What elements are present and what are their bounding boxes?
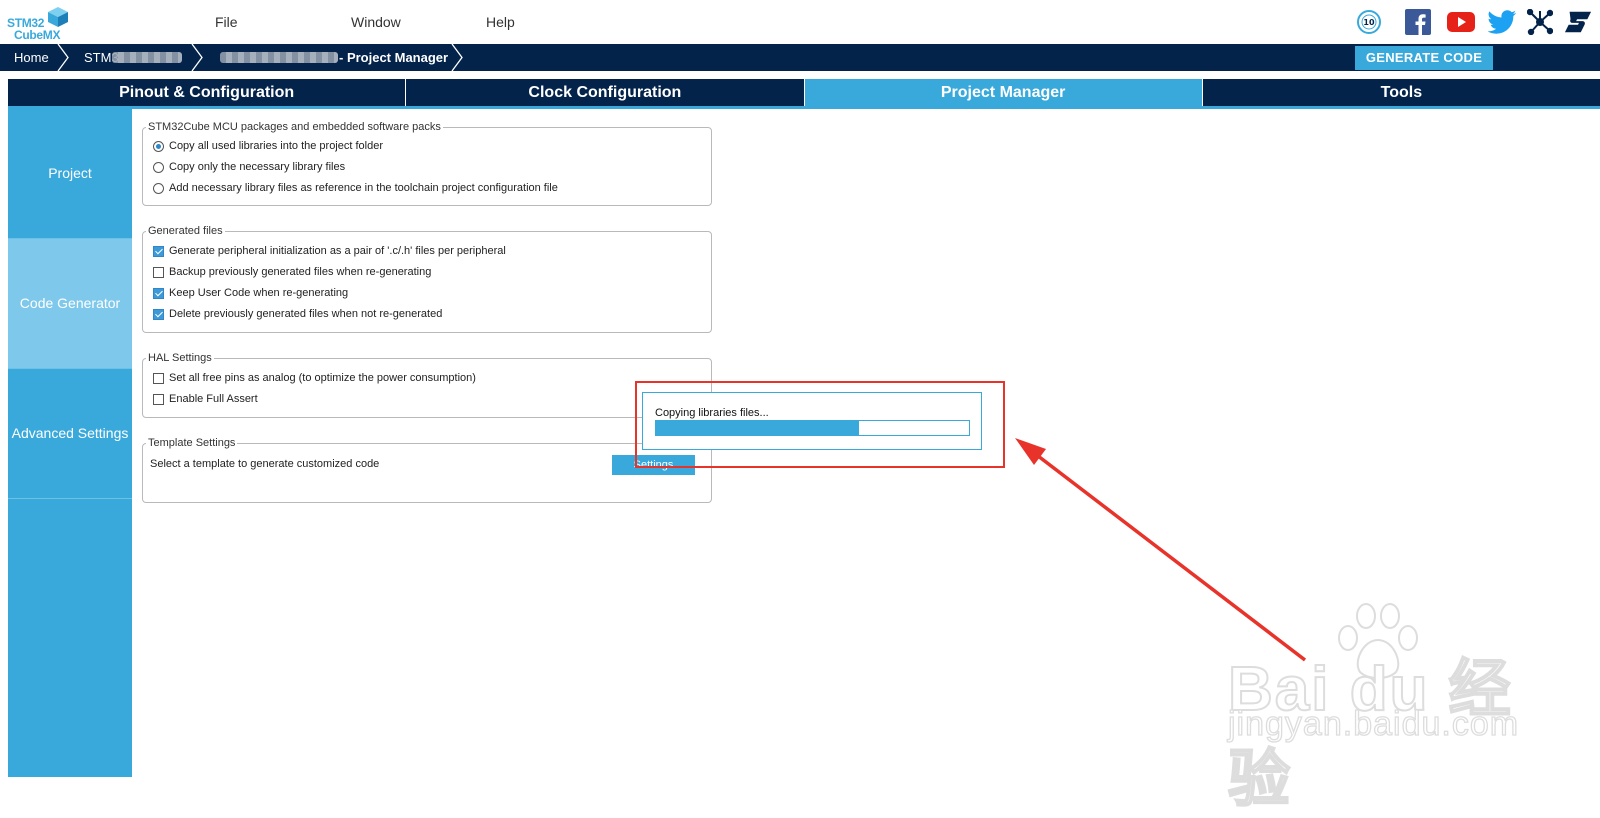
baidu-watermark: Bai du 经验 jingyan.baidu.com: [1227, 600, 1528, 815]
watermark-url: jingyan.baidu.com: [1227, 704, 1520, 743]
